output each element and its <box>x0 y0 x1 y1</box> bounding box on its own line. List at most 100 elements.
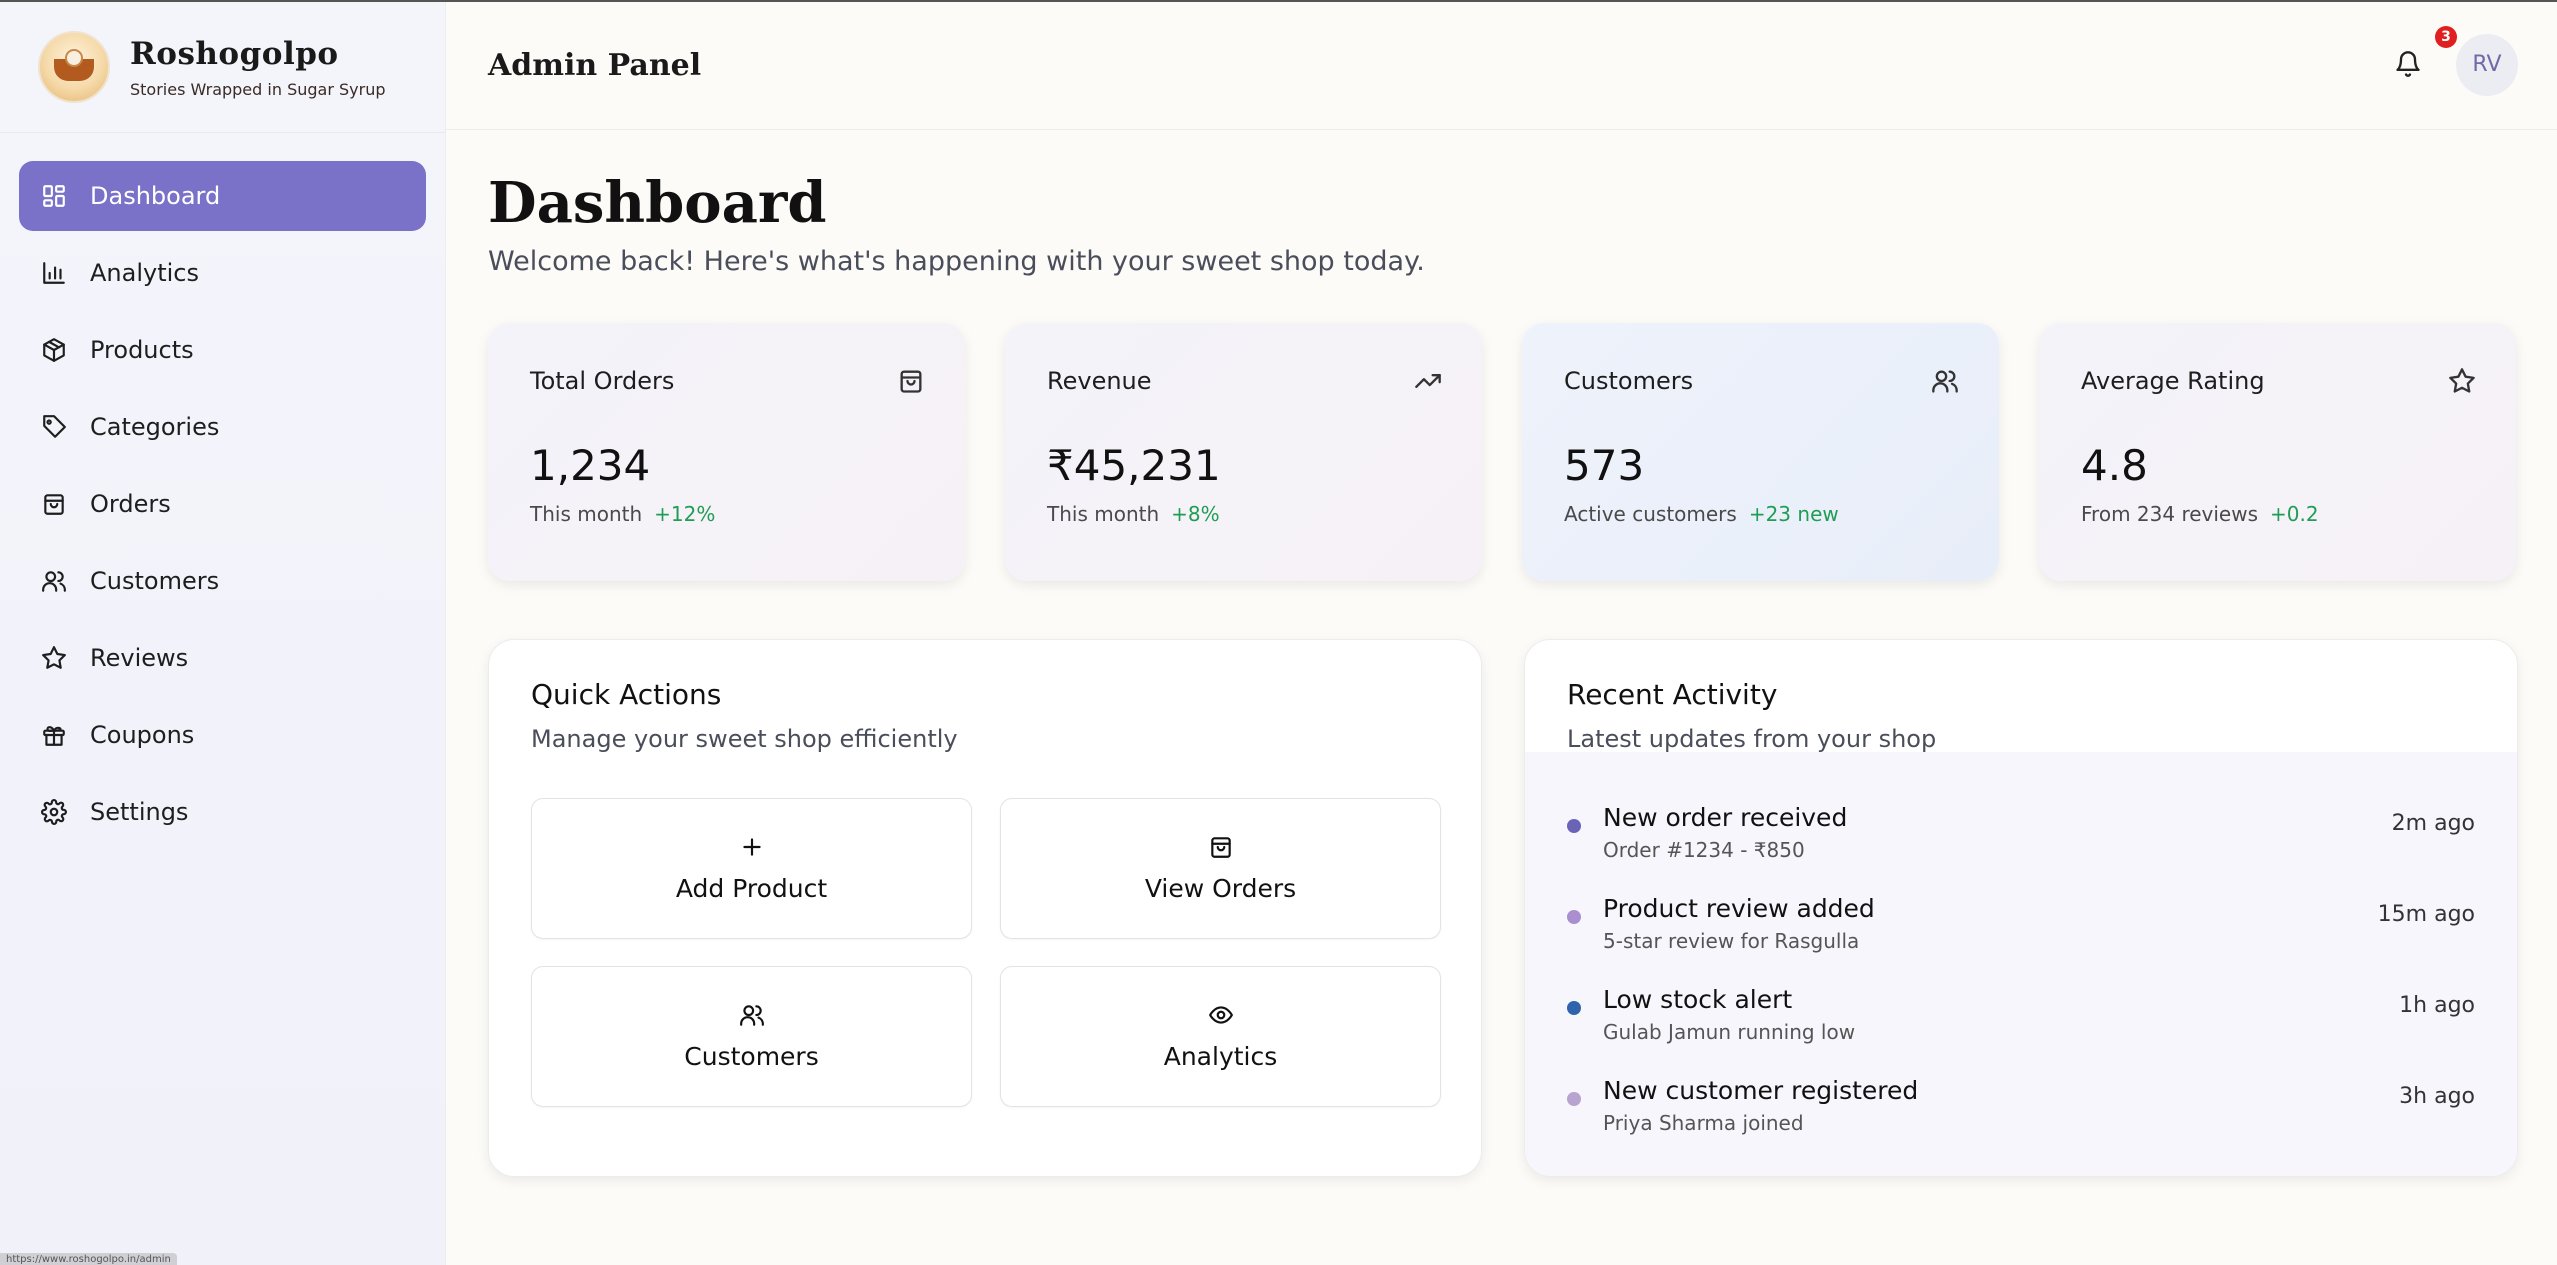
sidebar-item-label: Orders <box>90 490 171 518</box>
brand-logo <box>38 31 110 103</box>
activity-list: New order received Order #1234 - ₹850 2m… <box>1525 753 2517 1167</box>
plus-icon <box>739 834 765 860</box>
stats-row: Total Orders 1,234 This month +12% Revenu… <box>488 323 2518 581</box>
gift-icon <box>41 722 67 748</box>
sidebar-item-coupons[interactable]: Coupons <box>19 700 426 770</box>
header-title: Admin Panel <box>488 48 702 83</box>
button-label: Analytics <box>1163 1042 1278 1071</box>
panel-subtitle: Latest updates from your shop <box>1567 725 1937 753</box>
stat-delta: +23 new <box>1748 502 1839 526</box>
panel-title: Quick Actions <box>531 678 722 711</box>
list-item[interactable]: New order received Order #1234 - ₹850 2m… <box>1567 803 2475 894</box>
sidebar-item-label: Settings <box>90 798 189 826</box>
sidebar-item-orders[interactable]: Orders <box>19 469 426 539</box>
add-product-button[interactable]: Add Product <box>531 798 972 939</box>
sidebar-item-analytics[interactable]: Analytics <box>19 238 426 308</box>
button-label: Add Product <box>675 874 828 903</box>
activity-time: 2m ago <box>2391 811 2475 836</box>
shopping-bag-icon <box>1208 834 1234 860</box>
activity-time: 15m ago <box>2377 902 2475 927</box>
list-item[interactable]: Low stock alert Gulab Jamun running low … <box>1567 985 2475 1076</box>
top-header: Admin Panel 3 RV <box>446 2 2557 130</box>
stat-value: 1,234 <box>530 441 651 490</box>
activity-title: Product review added <box>1603 894 1875 923</box>
customers-button[interactable]: Customers <box>531 966 972 1107</box>
sidebar-item-settings[interactable]: Settings <box>19 777 426 847</box>
button-label: Customers <box>684 1042 819 1071</box>
stat-footnote-text: This month <box>530 502 643 526</box>
activity-dot <box>1567 910 1581 924</box>
notification-bell-icon[interactable] <box>2394 50 2424 80</box>
stat-delta: +12% <box>654 502 716 526</box>
stat-card-customers: Customers 573 Active customers +23 new <box>1522 323 1999 581</box>
activity-detail: Order #1234 - ₹850 <box>1603 838 1805 862</box>
activity-detail: Priya Sharma joined <box>1603 1111 1804 1135</box>
sidebar-nav: Dashboard Analytics Products Categories … <box>0 133 445 847</box>
activity-time: 3h ago <box>2399 1084 2475 1109</box>
sidebar-item-categories[interactable]: Categories <box>19 392 426 462</box>
page-title: Dashboard <box>488 170 827 236</box>
stat-label: Average Rating <box>2081 367 2265 395</box>
user-avatar[interactable]: RV <box>2456 34 2518 96</box>
stat-card-revenue: Revenue ₹45,231 This month +8% <box>1005 323 1482 581</box>
list-item[interactable]: Product review added 5-star review for R… <box>1567 894 2475 985</box>
sidebar-item-label: Coupons <box>90 721 195 749</box>
panel-title: Recent Activity <box>1567 678 1778 711</box>
activity-dot <box>1567 1001 1581 1015</box>
users-icon <box>41 568 67 594</box>
activity-detail: 5-star review for Rasgulla <box>1603 929 1860 953</box>
stat-label: Revenue <box>1047 367 1152 395</box>
sidebar-item-reviews[interactable]: Reviews <box>19 623 426 693</box>
activity-dot <box>1567 1092 1581 1106</box>
stat-card-average-rating: Average Rating 4.8 From 234 reviews +0.2 <box>2039 323 2516 581</box>
status-bar-url: https://www.roshogolpo.in/admin <box>0 1253 177 1265</box>
activity-time: 1h ago <box>2399 993 2475 1018</box>
gear-icon <box>41 799 67 825</box>
sidebar-item-label: Dashboard <box>90 182 221 210</box>
shopping-bag-icon <box>41 491 67 517</box>
star-icon <box>2448 367 2476 395</box>
tag-icon <box>41 414 67 440</box>
sidebar-item-label: Analytics <box>90 259 199 287</box>
sidebar-item-customers[interactable]: Customers <box>19 546 426 616</box>
activity-title: Low stock alert <box>1603 985 1793 1014</box>
brand[interactable]: Roshogolpo Stories Wrapped in Sugar Syru… <box>0 2 445 133</box>
stat-card-total-orders: Total Orders 1,234 This month +12% <box>488 323 965 581</box>
stat-footnote: From 234 reviews +0.2 <box>2081 502 2474 526</box>
activity-detail: Gulab Jamun running low <box>1603 1020 1856 1044</box>
stat-footnote: This month +8% <box>1047 502 1440 526</box>
stat-footnote-text: From 234 reviews <box>2081 502 2259 526</box>
activity-dot <box>1567 819 1581 833</box>
activity-title: New order received <box>1603 803 1848 832</box>
panel-subtitle: Manage your sweet shop efficiently <box>531 725 958 753</box>
users-icon <box>739 1002 765 1028</box>
panels-row: Quick Actions Manage your sweet shop eff… <box>488 639 2518 1177</box>
analytics-button[interactable]: Analytics <box>1000 966 1441 1107</box>
package-icon <box>41 337 67 363</box>
eye-icon <box>1208 1002 1234 1028</box>
stat-value: 4.8 <box>2081 441 2148 490</box>
button-label: View Orders <box>1144 874 1297 903</box>
brand-name: Roshogolpo <box>130 35 339 72</box>
page-subtitle: Welcome back! Here's what's happening wi… <box>488 246 1425 277</box>
view-orders-button[interactable]: View Orders <box>1000 798 1441 939</box>
notification-badge: 3 <box>2435 26 2457 48</box>
list-item[interactable]: New customer registered Priya Sharma joi… <box>1567 1076 2475 1167</box>
dashboard-grid-icon <box>41 183 67 209</box>
sidebar: Roshogolpo Stories Wrapped in Sugar Syru… <box>0 2 446 1265</box>
recent-activity-panel: Recent Activity Latest updates from your… <box>1524 639 2518 1177</box>
stat-delta: +0.2 <box>2270 502 2319 526</box>
sidebar-item-dashboard[interactable]: Dashboard <box>19 161 426 231</box>
stat-footnote-text: This month <box>1047 502 1160 526</box>
stat-value: ₹45,231 <box>1047 441 1221 490</box>
bar-chart-icon <box>41 260 67 286</box>
stat-footnote: Active customers +23 new <box>1564 502 1957 526</box>
shopping-bag-icon <box>897 367 925 395</box>
activity-title: New customer registered <box>1603 1076 1919 1105</box>
star-icon <box>41 645 67 671</box>
brand-tagline: Stories Wrapped in Sugar Syrup <box>130 79 386 99</box>
stat-value: 573 <box>1564 441 1645 490</box>
users-icon <box>1931 367 1959 395</box>
sidebar-item-products[interactable]: Products <box>19 315 426 385</box>
trending-up-icon <box>1414 367 1442 395</box>
